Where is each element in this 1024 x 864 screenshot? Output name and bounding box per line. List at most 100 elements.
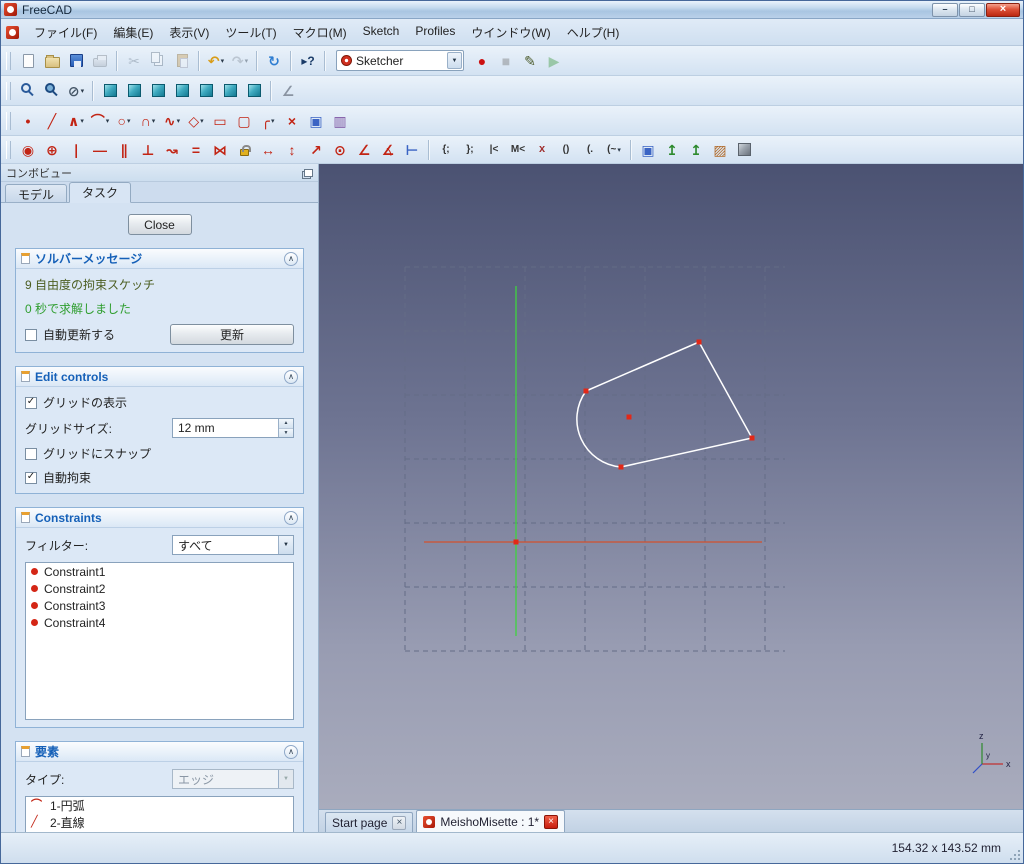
constrain-parallel-button[interactable]: ∥ xyxy=(112,138,136,162)
constraint-list-item[interactable]: Constraint2 xyxy=(26,580,293,597)
constrain-coincident-button[interactable]: ◉ xyxy=(16,138,40,162)
resize-grip-icon[interactable] xyxy=(1008,848,1020,860)
viewport-canvas[interactable]: x z y xyxy=(319,164,1023,809)
constraint-list-item[interactable]: Constraint3 xyxy=(26,597,293,614)
paste-button[interactable] xyxy=(170,49,194,73)
draw-style-button[interactable]: ⊘ ▾ xyxy=(64,79,88,103)
view-top-button[interactable] xyxy=(146,79,170,103)
3d-viewport[interactable]: x z y xyxy=(319,164,1023,809)
constrain-vertical-distance-button[interactable]: ↕ xyxy=(280,138,304,162)
constrain-lock-button[interactable] xyxy=(232,138,256,162)
collapse-icon[interactable] xyxy=(284,744,298,759)
undock-icon[interactable] xyxy=(304,168,313,177)
export-sketch-button[interactable]: ↥ xyxy=(660,138,684,162)
view-right-button[interactable] xyxy=(170,79,194,103)
dropdown-arrow-icon[interactable]: ▾ xyxy=(221,57,225,65)
view-left-button[interactable] xyxy=(242,79,266,103)
constrain-horizontal-distance-button[interactable]: ↔ xyxy=(256,138,280,162)
constrain-angle-button[interactable]: ∠ xyxy=(352,138,376,162)
collapse-icon[interactable] xyxy=(284,510,298,525)
menu-edit[interactable]: 編集(E) xyxy=(105,20,161,45)
auto-update-checkbox[interactable] xyxy=(25,328,37,341)
create-polyline-button[interactable]: ∧ ▾ xyxy=(64,109,88,133)
select-elements-with-constraints-button[interactable]: {; xyxy=(434,138,458,162)
dropdown-arrow-icon[interactable]: ▾ xyxy=(177,117,181,125)
element-type-select[interactable]: エッジ xyxy=(172,769,294,789)
create-polygon-button[interactable]: ◇ ▾ xyxy=(184,109,208,133)
collapse-icon[interactable] xyxy=(284,369,298,384)
constrain-symmetric-button[interactable]: ⋈ xyxy=(208,138,232,162)
elements-header[interactable]: 要素 xyxy=(16,742,303,762)
origin-point[interactable] xyxy=(513,539,519,545)
constrain-point-on-object-button[interactable]: ⊕ xyxy=(40,138,64,162)
sketch-solid-button[interactable] xyxy=(732,138,756,162)
macro-stop-button[interactable]: ■ xyxy=(494,49,518,73)
select-origin-button[interactable]: () xyxy=(554,138,578,162)
import-sketch-button[interactable]: ↥ xyxy=(684,138,708,162)
create-point-button[interactable]: • xyxy=(16,109,40,133)
tab-tasks[interactable]: タスク xyxy=(69,182,132,203)
show-grid-checkbox[interactable] xyxy=(25,396,37,409)
constraints-list[interactable]: Constraint1 Constraint2 Constraint3 Constra… xyxy=(25,562,294,720)
menu-window[interactable]: ウインドウ(W) xyxy=(463,20,558,45)
create-circle-button[interactable]: ○ ▾ xyxy=(112,109,136,133)
save-document-button[interactable] xyxy=(64,49,88,73)
dropdown-arrow-icon[interactable]: ▾ xyxy=(106,117,110,125)
measure-distance-button[interactable]: ∠ xyxy=(276,79,300,103)
bspline-tools-button[interactable]: (~ ▾ xyxy=(602,138,626,162)
dropdown-arrow-icon[interactable]: ▾ xyxy=(271,117,275,125)
close-tab-icon[interactable] xyxy=(544,814,559,829)
trim-edge-button[interactable]: × xyxy=(280,109,304,133)
print-document-button[interactable] xyxy=(88,49,112,73)
constraint-list-item[interactable]: Constraint1 xyxy=(26,563,293,580)
toggle-driving-constraint-button[interactable]: ⊢ xyxy=(400,138,424,162)
view-isometric-button[interactable] xyxy=(98,79,122,103)
close-button[interactable] xyxy=(986,2,1020,17)
new-document-button[interactable] xyxy=(16,49,40,73)
auto-constraint-checkbox[interactable] xyxy=(25,471,37,484)
document-menu-icon[interactable] xyxy=(6,25,19,39)
menu-profiles[interactable]: Profiles xyxy=(407,20,463,45)
constrain-horizontal-button[interactable]: ― xyxy=(88,138,112,162)
grid-size-stepper[interactable]: 12 mm xyxy=(172,418,294,438)
create-rectangle-button[interactable]: ▭ xyxy=(208,109,232,133)
view-bottom-button[interactable] xyxy=(218,79,242,103)
dropdown-arrow-icon[interactable]: ▾ xyxy=(200,117,204,125)
solver-messages-header[interactable]: ソルバーメッセージ xyxy=(16,249,303,269)
external-geometry-button[interactable]: ▣ xyxy=(304,109,328,133)
mdi-tab-start-page[interactable]: Start page xyxy=(325,812,414,832)
constraint-filter-select[interactable]: すべて xyxy=(172,535,294,555)
constrain-vertical-button[interactable]: ∣ xyxy=(64,138,88,162)
sketch-vertex[interactable] xyxy=(696,339,702,345)
menu-view[interactable]: 表示(V) xyxy=(161,20,217,45)
macro-record-button[interactable]: ● xyxy=(470,49,494,73)
select-degrees-of-freedom-button[interactable]: M< xyxy=(506,138,530,162)
spin-up-icon[interactable] xyxy=(279,419,293,429)
create-bspline-button[interactable]: ∿ ▾ xyxy=(160,109,184,133)
close-tab-icon[interactable] xyxy=(392,815,407,830)
sketch-profile[interactable] xyxy=(576,341,754,468)
fit-selection-button[interactable] xyxy=(40,79,64,103)
copy-button[interactable] xyxy=(146,49,170,73)
element-list-item[interactable]: ╱ 2-直線 xyxy=(26,814,293,831)
workbench-selector[interactable]: Sketcher xyxy=(336,50,464,71)
view-rear-button[interactable] xyxy=(194,79,218,103)
constrain-equal-button[interactable]: = xyxy=(184,138,208,162)
sketch-vertex[interactable] xyxy=(583,388,589,394)
whats-this-button[interactable]: ▸? xyxy=(296,49,320,73)
select-vertical-axis-button[interactable]: (. xyxy=(578,138,602,162)
open-document-button[interactable] xyxy=(40,49,64,73)
menu-file[interactable]: ファイル(F) xyxy=(26,20,105,45)
task-close-button[interactable]: Close xyxy=(127,214,192,235)
update-button[interactable]: 更新 xyxy=(170,324,294,345)
delete-all-constraints-button[interactable]: x xyxy=(530,138,554,162)
redo-button[interactable]: ↷ ▾ xyxy=(228,49,252,73)
chevron-down-icon[interactable] xyxy=(447,52,462,69)
constraint-list-item[interactable]: Constraint4 xyxy=(26,614,293,631)
create-slot-button[interactable]: ▢ xyxy=(232,109,256,133)
dropdown-arrow-icon[interactable]: ▾ xyxy=(81,87,85,95)
maximize-button[interactable] xyxy=(959,2,985,17)
mdi-tab-meisho-misette[interactable]: MeishoMisette : 1* xyxy=(416,810,566,832)
refresh-button[interactable]: ↻ xyxy=(262,49,286,73)
solver-dof-message[interactable]: 9 自由度の拘束スケッチ xyxy=(25,276,294,293)
